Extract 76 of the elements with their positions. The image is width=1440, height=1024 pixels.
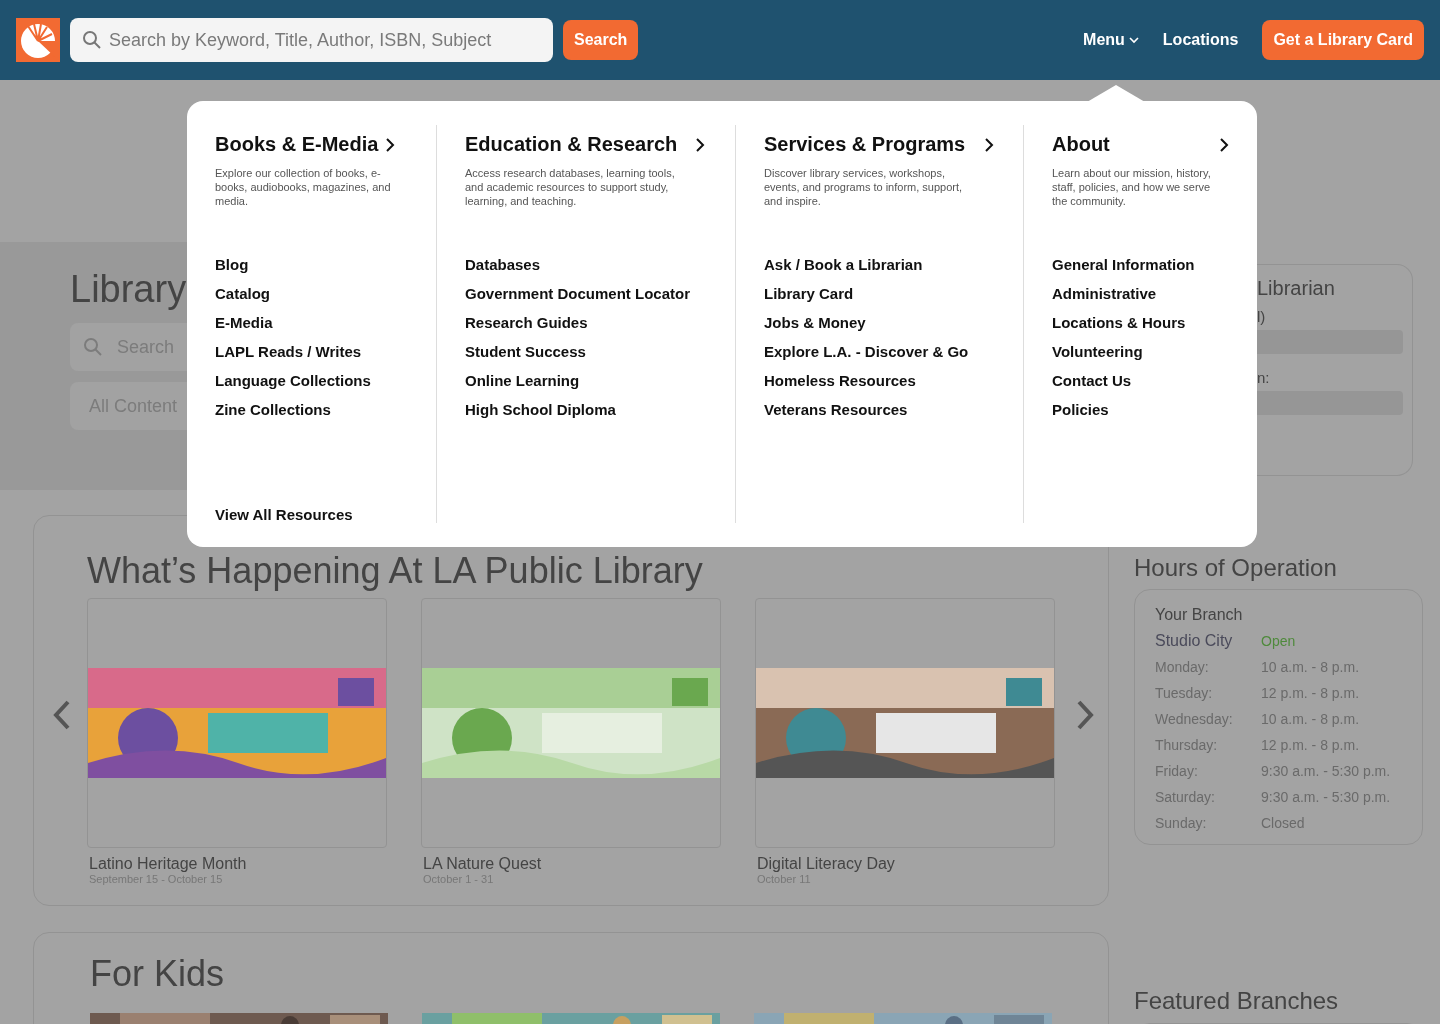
opening-hours: 9:30 a.m. - 5:30 p.m. <box>1261 789 1392 805</box>
opening-hours: 9:30 a.m. - 5:30 p.m. <box>1261 763 1392 779</box>
menu-link[interactable]: Administrative <box>1052 285 1229 314</box>
menu-link[interactable]: Locations & Hours <box>1052 314 1229 343</box>
menu-link[interactable]: Zine Collections <box>215 401 408 430</box>
chevron-right-icon <box>984 137 994 152</box>
menu-link[interactable]: Homeless Resources <box>764 372 995 401</box>
category-description: Explore our collection of books, e-books, audiobooks, magazines, and media. <box>215 166 392 209</box>
branch-label: Your Branch <box>1155 606 1244 624</box>
view-all-link[interactable]: View All Resources <box>215 506 408 523</box>
menu-link[interactable]: Online Learning <box>465 372 707 401</box>
opening-hours: 12 p.m. - 8 p.m. <box>1261 685 1361 701</box>
category-link[interactable]: Education & Research <box>465 133 705 156</box>
weekday: Friday: <box>1155 763 1199 779</box>
opening-hours: Closed <box>1261 815 1306 831</box>
menu-link[interactable]: Student Success <box>465 343 707 372</box>
menu-link[interactable]: Catalog <box>215 285 408 314</box>
open-status: Open <box>1261 633 1297 649</box>
opening-hours: 10 a.m. - 8 p.m. <box>1261 659 1361 675</box>
event-title[interactable]: Latino Heritage Month <box>89 855 387 873</box>
category-link[interactable]: Services & Programs <box>764 133 994 156</box>
category-description: Discover library services, workshops, events, and programs to inform, support, and inspire. <box>764 166 964 209</box>
menu-link[interactable]: Government Document Locator <box>465 285 707 314</box>
menu-link[interactable]: Contact Us <box>1052 372 1229 401</box>
branch-name[interactable]: Studio City <box>1155 632 1261 650</box>
menu-link[interactable]: Databases <box>465 256 707 285</box>
section-title: Featured Branches <box>1134 987 1340 1015</box>
menu-link[interactable]: General Information <box>1052 256 1229 285</box>
search-icon <box>82 30 102 50</box>
opening-hours: 10 a.m. - 8 p.m. <box>1261 711 1361 727</box>
input-field[interactable] <box>1257 330 1403 354</box>
category-link[interactable]: Books & E-Media <box>215 133 395 156</box>
category-description: Learn about our mission, history, staff, policies, and how we serve the community. <box>1052 166 1212 209</box>
weekday: Monday: <box>1155 659 1210 675</box>
menu-dropdown[interactable]: Menu <box>1083 31 1139 49</box>
event-title[interactable]: LA Nature Quest <box>423 855 721 873</box>
field-label: l) <box>1257 308 1267 325</box>
weekday: Wednesday: <box>1155 711 1234 727</box>
weekday: Thursday: <box>1155 737 1219 753</box>
weekday: Sunday: <box>1155 815 1208 831</box>
chevron-right-icon <box>385 137 395 152</box>
menu-link[interactable]: E-Media <box>215 314 408 343</box>
opening-hours: 12 p.m. - 8 p.m. <box>1261 737 1361 753</box>
section-title: Hours of Operation <box>1134 554 1338 582</box>
search-field[interactable]: Search by Keyword, Title, Author, ISBN, Subject <box>70 18 553 62</box>
chevron-down-icon <box>1128 36 1139 44</box>
section-title: For Kids <box>89 953 226 995</box>
weekday: Saturday: <box>1155 789 1216 805</box>
category-description: Access research databases, learning tools, and academic resources to support study, learning, and teaching. <box>465 166 676 209</box>
menu-link[interactable]: Policies <box>1052 401 1229 430</box>
event-card[interactable] <box>87 598 387 848</box>
field-label: n: <box>1257 369 1271 386</box>
menu-link[interactable]: Volunteering <box>1052 343 1229 372</box>
page-title: Library <box>70 268 187 311</box>
weekday: Tuesday: <box>1155 685 1214 701</box>
nav-link[interactable]: Locations <box>1162 31 1239 49</box>
menu-link[interactable]: LAPL Reads / Writes <box>215 343 408 372</box>
menu-link[interactable]: Explore L.A. - Discover & Go <box>764 343 995 372</box>
menu-link[interactable]: Jobs & Money <box>764 314 995 343</box>
search-icon <box>83 337 103 357</box>
menu-link[interactable]: Veterans Resources <box>764 401 995 430</box>
menu-link[interactable]: High School Diploma <box>465 401 707 430</box>
chevron-right-icon <box>1219 137 1229 152</box>
section-title: What’s Happening At LA Public Library <box>86 550 704 592</box>
menu-link[interactable]: Research Guides <box>465 314 707 343</box>
menu-link[interactable]: Language Collections <box>215 372 408 401</box>
chevron-right-icon <box>695 137 705 152</box>
menu-link[interactable]: Ask / Book a Librarian <box>764 256 995 285</box>
event-title[interactable]: Digital Literacy Day <box>757 855 1055 873</box>
menu-link[interactable]: Library Card <box>764 285 995 314</box>
category-link[interactable]: About <box>1052 133 1229 156</box>
menu-link[interactable]: Blog <box>215 256 408 285</box>
input-field[interactable] <box>1257 391 1403 415</box>
event-card[interactable] <box>755 598 1055 848</box>
card-title: Librarian <box>1257 277 1336 300</box>
library-logo[interactable] <box>16 18 60 62</box>
